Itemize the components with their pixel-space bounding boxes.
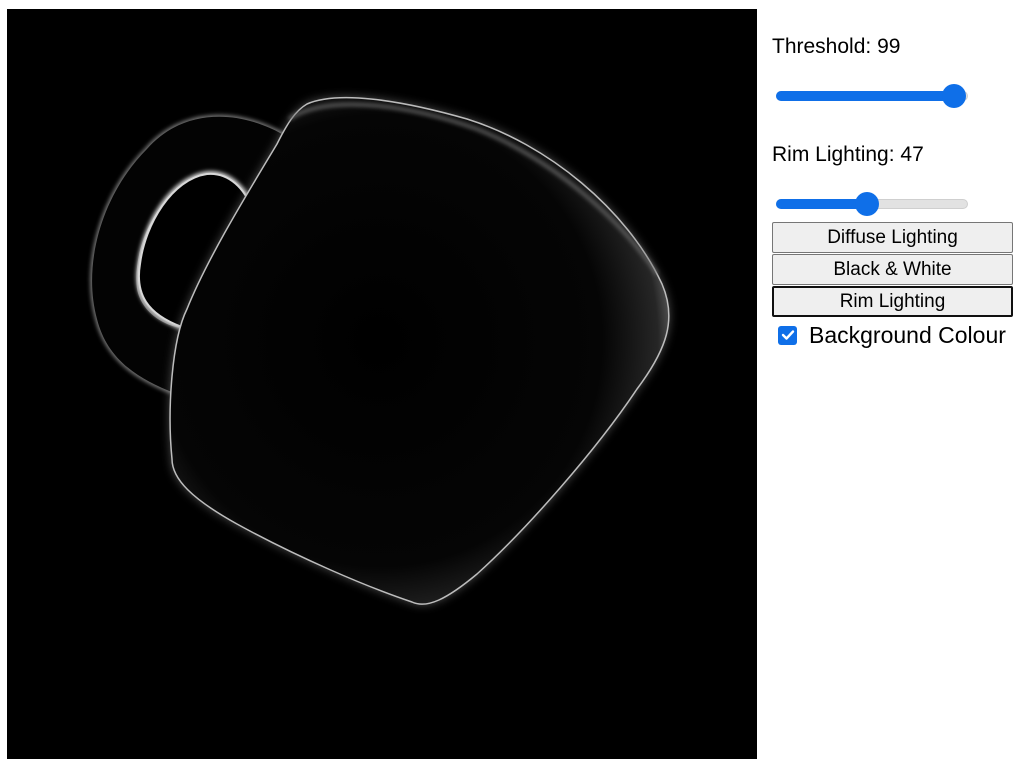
render-canvas[interactable] (7, 9, 757, 759)
diffuse-lighting-button[interactable]: Diffuse Lighting (772, 222, 1013, 253)
controls-panel: Threshold: 99 Rim Lighting: 47 Diffuse L… (772, 32, 1017, 351)
rim-lighting-label-text: Rim Lighting: (772, 143, 901, 166)
rim-lighting-slider[interactable] (774, 192, 974, 216)
threshold-slider-fill (776, 91, 955, 101)
black-white-button[interactable]: Black & White (772, 254, 1013, 285)
threshold-slider[interactable] (774, 84, 974, 108)
background-colour-row[interactable]: Background Colour (772, 319, 1017, 351)
threshold-label-text: Threshold: (772, 35, 878, 58)
threshold-label: Threshold: 99 (772, 32, 1017, 62)
check-icon (781, 330, 794, 340)
rim-lighting-slider-thumb[interactable] (854, 192, 879, 216)
rim-lighting-value: 47 (900, 143, 924, 166)
mug-render (90, 96, 670, 605)
threshold-slider-thumb[interactable] (942, 84, 967, 108)
rim-lighting-label: Rim Lighting: 47 (772, 140, 1017, 170)
rim-lighting-slider-fill (776, 199, 867, 209)
threshold-value: 99 (877, 35, 901, 58)
background-colour-label: Background Colour (809, 321, 1006, 348)
rim-lighting-button[interactable]: Rim Lighting (772, 286, 1013, 317)
background-colour-checkbox[interactable] (778, 325, 797, 345)
